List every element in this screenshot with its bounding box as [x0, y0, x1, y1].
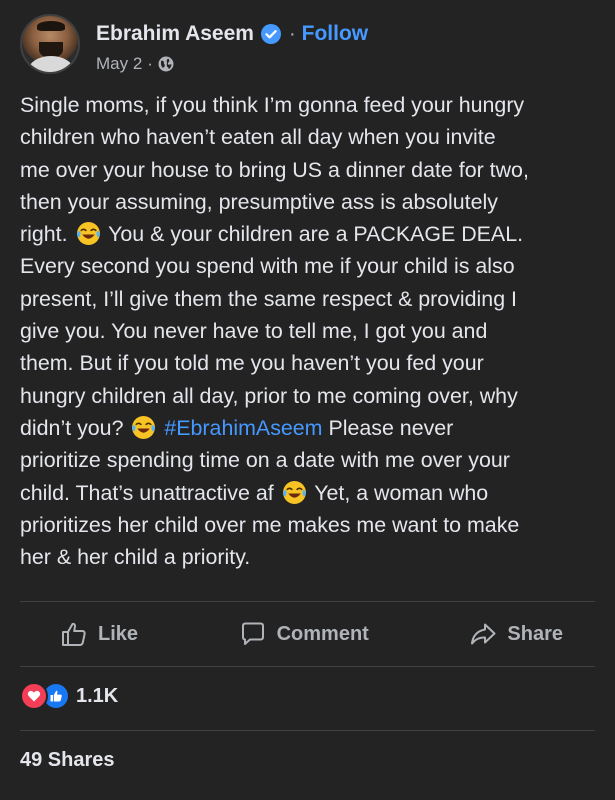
- post-line: me over your house to bring US a dinner …: [20, 157, 529, 182]
- post-line: children who haven’t eaten all day when …: [20, 125, 496, 150]
- avatar-shirt: [28, 56, 74, 72]
- post-line: prioritizes her child over me makes me w…: [20, 512, 520, 537]
- reactions-summary[interactable]: 1.1K: [20, 682, 118, 710]
- author-row: Ebrahim Aseem · Follow: [96, 22, 368, 46]
- share-label: Share: [507, 622, 563, 645]
- like-button[interactable]: Like: [20, 620, 178, 648]
- like-label: Like: [98, 622, 139, 645]
- author-avatar[interactable]: [20, 14, 80, 74]
- post-header: Ebrahim Aseem · Follow May 2 ·: [20, 14, 600, 76]
- post-line: child. That’s unattractive af Yet, a wom…: [20, 480, 489, 505]
- globe-icon[interactable]: [158, 56, 174, 72]
- post-line: Every second you spend with me if your c…: [20, 254, 515, 279]
- name-separator: ·: [288, 22, 296, 45]
- heart-reaction-icon: [20, 682, 48, 710]
- reactions-count: 1.1K: [76, 684, 119, 707]
- divider: [20, 730, 595, 731]
- post-line: hungry children all day, prior to me com…: [20, 383, 518, 408]
- post-meta: May 2 ·: [96, 54, 174, 74]
- divider: [20, 666, 595, 667]
- comment-bubble-icon: [241, 622, 264, 645]
- post-line: her & her child a priority.: [20, 545, 251, 570]
- post-line: present, I’ll give them the same respect…: [20, 286, 517, 311]
- thumbs-up-icon: [62, 622, 86, 646]
- post-line: them. But if you told me you haven’t you…: [20, 351, 484, 376]
- post-line: Single moms, if you think I’m gonna feed…: [20, 93, 525, 117]
- shares-count[interactable]: 49 Shares: [20, 749, 115, 772]
- follow-button[interactable]: Follow: [302, 22, 369, 46]
- comment-button[interactable]: Comment: [199, 620, 409, 648]
- comment-label: Comment: [276, 622, 369, 645]
- meta-separator: ·: [147, 54, 153, 73]
- laughing-tears-emoji-icon: [132, 416, 156, 439]
- laughing-tears-emoji-icon: [76, 222, 100, 246]
- avatar-hair: [37, 21, 65, 31]
- hashtag-link[interactable]: #EbrahimAseem: [164, 416, 322, 440]
- post-line: then your assuming, presumptive ass is a…: [20, 189, 498, 214]
- post-line: right. You & your children are a PACKAGE…: [20, 222, 524, 247]
- share-button[interactable]: Share: [429, 620, 595, 648]
- laughing-tears-emoji-icon: [282, 480, 306, 504]
- post-body: Single moms, if you think I’m gonna feed…: [20, 89, 600, 573]
- post-line: didn’t you? #EbrahimAseem Please never: [20, 415, 454, 440]
- action-bar: Like Comment Share: [20, 602, 595, 666]
- author-name[interactable]: Ebrahim Aseem: [96, 22, 254, 46]
- post-date[interactable]: May 2: [96, 54, 142, 74]
- verified-badge-icon: [260, 24, 281, 44]
- post-line: give you. You never have to tell me, I g…: [20, 319, 488, 344]
- post-line: prioritize spending time on a date with …: [20, 448, 510, 473]
- share-arrow-icon: [471, 623, 496, 645]
